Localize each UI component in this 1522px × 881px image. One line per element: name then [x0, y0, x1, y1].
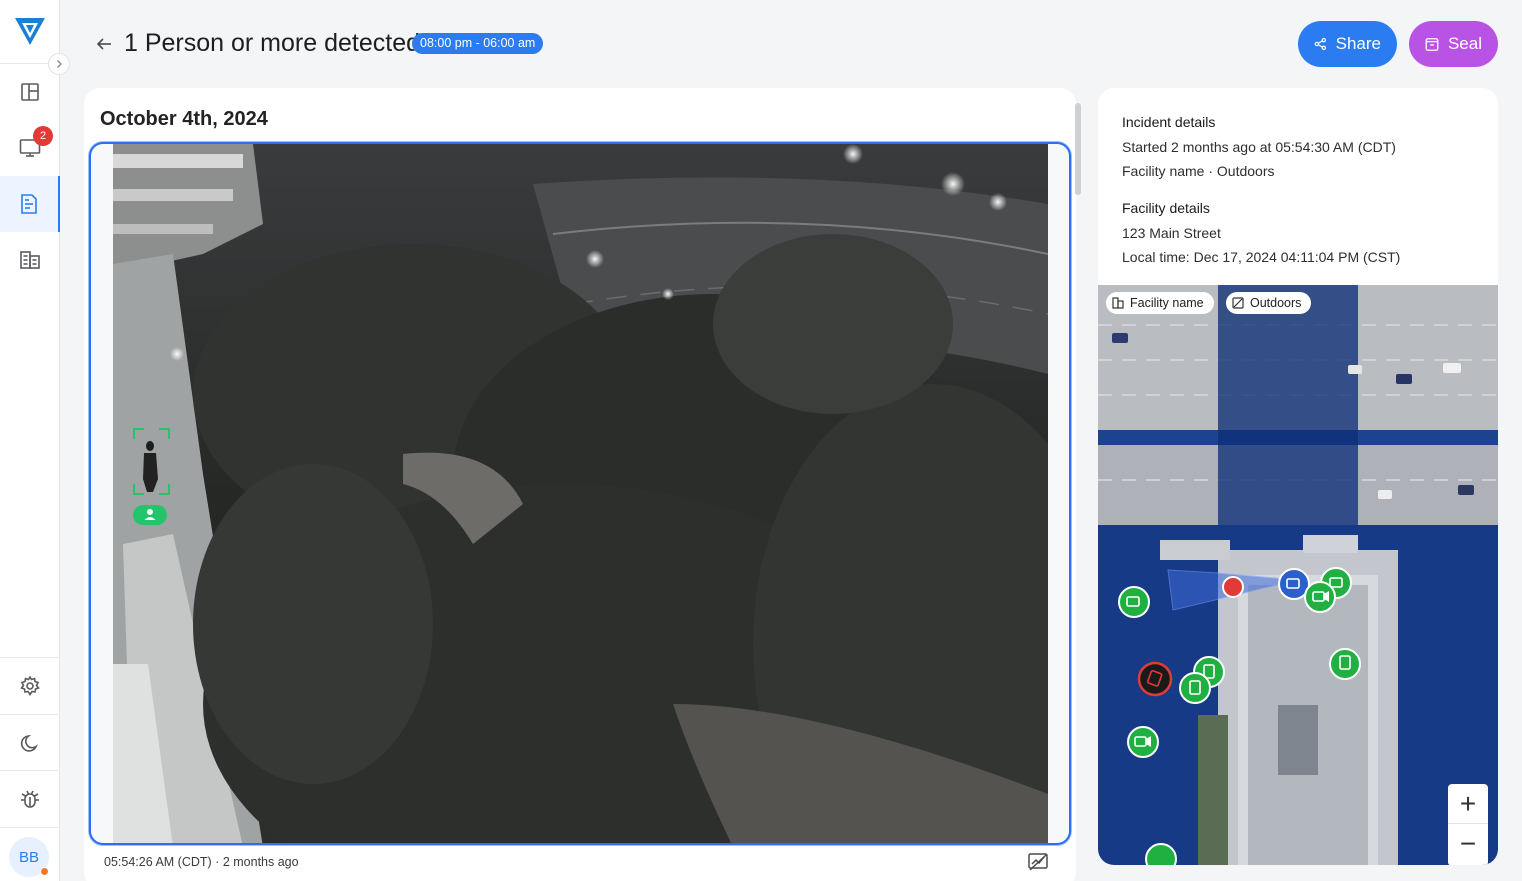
- gear-icon: [20, 675, 40, 696]
- camera-marker[interactable]: [1118, 586, 1150, 618]
- share-label: Share: [1335, 34, 1381, 53]
- arrow-left-icon: [96, 38, 111, 50]
- moon-icon: [20, 734, 38, 752]
- archive-icon: [1425, 37, 1439, 51]
- seal-button[interactable]: Seal: [1409, 21, 1498, 67]
- seal-label: Seal: [1447, 34, 1482, 53]
- notification-badge: 2: [33, 126, 53, 146]
- sidebar-item-facilities[interactable]: [0, 232, 60, 288]
- camera-footage[interactable]: [113, 144, 1048, 845]
- zoom-out-button[interactable]: −: [1448, 824, 1488, 864]
- chevron-right-icon: [57, 60, 62, 68]
- building-icon: [20, 251, 40, 269]
- details-panel: Incident details Started 2 months ago at…: [1098, 88, 1498, 865]
- sensor-marker[interactable]: [1179, 672, 1211, 704]
- annotation-toggle-icon[interactable]: [1027, 851, 1049, 873]
- sidebar-item-devices[interactable]: [0, 120, 60, 176]
- sidebar: 2 BB: [0, 0, 60, 881]
- map-zoom-controls: + −: [1448, 784, 1488, 865]
- sensor-marker[interactable]: [1145, 843, 1177, 865]
- sidebar-expand-button[interactable]: [48, 53, 70, 75]
- detection-label: [133, 505, 167, 525]
- camera-marker[interactable]: [1304, 581, 1336, 613]
- sidebar-item-settings[interactable]: [0, 658, 60, 714]
- video-player[interactable]: [89, 142, 1071, 845]
- sidebar-item-reports[interactable]: [0, 176, 60, 232]
- sidebar-item-debug[interactable]: [0, 771, 60, 827]
- sidebar-item-dark-mode[interactable]: [0, 715, 60, 771]
- event-date: October 4th, 2024: [100, 108, 268, 130]
- app-logo[interactable]: [13, 14, 47, 48]
- sidebar-divider: [0, 827, 60, 828]
- time-range-badge: 08:00 pm - 06:00 am: [412, 33, 544, 54]
- facility-map[interactable]: Facility name Outdoors + −: [1098, 285, 1498, 865]
- page-title: 1 Person or more detected: [124, 29, 420, 57]
- bug-icon: [21, 790, 39, 808]
- incident-started: Started 2 months ago at 05:54:30 AM (CDT…: [1122, 139, 1396, 155]
- incident-details-heading: Incident details: [1122, 114, 1216, 130]
- back-button[interactable]: [94, 34, 114, 54]
- layout-icon: [21, 83, 39, 101]
- facility-address: 123 Main Street: [1122, 225, 1221, 241]
- alert-marker[interactable]: [1222, 576, 1244, 598]
- report-icon: [21, 194, 37, 214]
- offline-marker[interactable]: [1137, 661, 1173, 697]
- incident-location: Facility name · Outdoors: [1122, 163, 1275, 179]
- facility-details-heading: Facility details: [1122, 200, 1210, 216]
- camera-marker[interactable]: [1127, 726, 1159, 758]
- share-icon: [1314, 37, 1327, 51]
- feed-scrollbar[interactable]: [1075, 103, 1081, 195]
- video-timestamp: 05:54:26 AM (CDT) · 2 months ago: [104, 855, 299, 869]
- sensor-marker[interactable]: [1329, 648, 1361, 680]
- share-button[interactable]: Share: [1298, 21, 1397, 67]
- status-dot: [40, 867, 49, 876]
- facility-local-time: Local time: Dec 17, 2024 04:11:04 PM (CS…: [1122, 249, 1401, 265]
- zoom-in-button[interactable]: +: [1448, 784, 1488, 824]
